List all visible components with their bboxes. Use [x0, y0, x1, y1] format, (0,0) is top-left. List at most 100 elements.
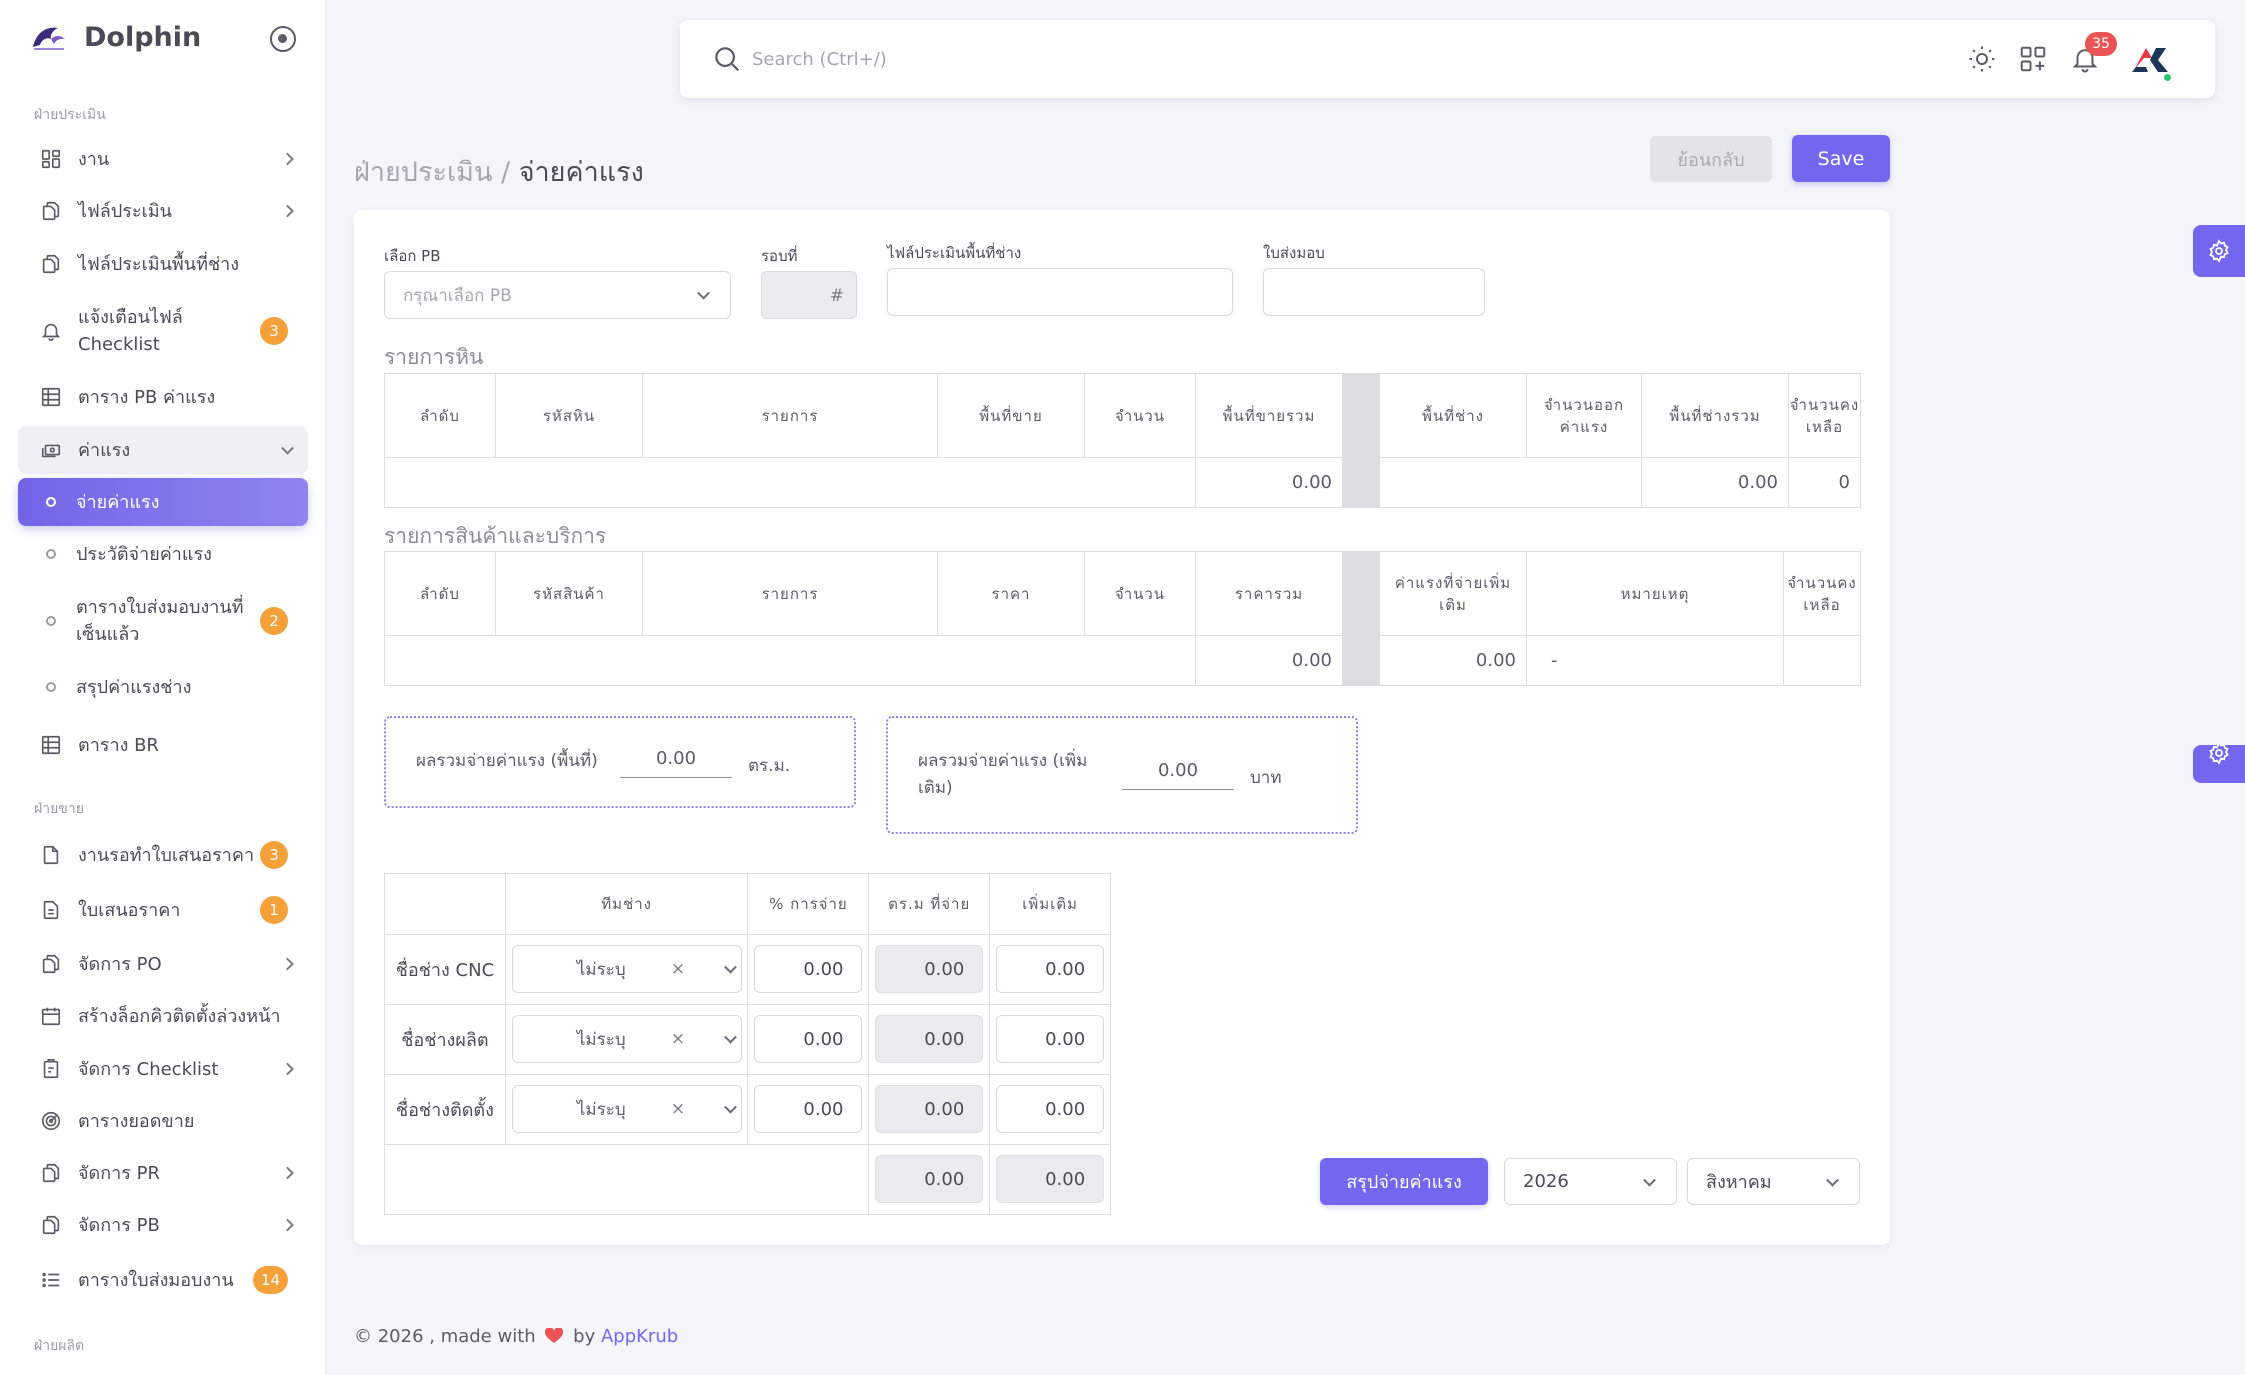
sidebar-item-label: สรุปค่าแรงช่าง	[76, 676, 192, 698]
team-select[interactable]: ไม่ระบุ ×	[511, 1085, 742, 1133]
sidebar-item-wage[interactable]: ค่าแรง	[18, 426, 308, 474]
year-select[interactable]: 2026	[1504, 1158, 1677, 1205]
extra-input[interactable]: 0.00	[996, 1015, 1105, 1063]
table-cell	[383, 1144, 870, 1215]
customizer-button-2[interactable]	[2193, 745, 2245, 783]
pb-select-placeholder: กรุณาเลือก PB	[403, 285, 512, 306]
chevron-down-icon	[723, 1100, 737, 1114]
column-header: ลำดับ	[384, 551, 496, 636]
save-button[interactable]: Save	[1792, 135, 1890, 182]
search-icon[interactable]	[712, 44, 742, 74]
sidebar-item-label-line1: แจ้งเตือนไฟล์	[78, 307, 183, 328]
pb-select[interactable]: กรุณาเลือก PB	[384, 271, 731, 319]
column-header: % การจ่าย	[747, 873, 870, 935]
sidebar-item-assessment-files[interactable]: ไฟล์ประเมิน	[18, 187, 308, 235]
year-select-value: 2026	[1523, 1171, 1569, 1192]
percent-input[interactable]: 0.00	[754, 1085, 863, 1133]
delivery-input[interactable]	[1263, 268, 1485, 316]
sidebar-item-label: จัดการ Checklist	[78, 1058, 219, 1080]
team-select[interactable]: ไม่ระบุ ×	[511, 945, 742, 993]
heart-icon	[545, 1328, 564, 1343]
table-cell	[384, 635, 1196, 686]
sidebar-toggle-icon[interactable]	[270, 26, 296, 52]
sidebar-item-pending-quotes[interactable]: งานรอทำใบเสนอราคา 3	[18, 831, 308, 879]
sidebar-item-pb-wage-table[interactable]: ตาราง PB ค่าแรง	[18, 373, 308, 421]
sidebar-item-manage-pr[interactable]: จัดการ PR	[18, 1149, 308, 1197]
sidebar-item-label: ไฟล์ประเมินพื้นที่ช่าง	[78, 253, 240, 275]
team-select-value: ไม่ระบุ	[576, 959, 626, 980]
sidebar-item-manage-pb[interactable]: จัดการ PB	[18, 1201, 308, 1249]
column-header: ทีมช่าง	[504, 873, 749, 935]
total-sqm: 0.00	[875, 1155, 984, 1203]
role-label: ชื่อช่าง CNC	[384, 934, 506, 1005]
extra-wage-unit: บาท	[1250, 768, 1282, 788]
customizer-button[interactable]	[2193, 225, 2245, 277]
sidebar-item-pay-wage[interactable]: จ่ายค่าแรง	[18, 478, 308, 526]
chevron-down-icon	[723, 960, 737, 974]
sidebar-item-manage-po[interactable]: จัดการ PO	[18, 940, 308, 988]
column-header: จำนวน	[1084, 551, 1196, 636]
table-cell: ไม่ระบุ ×	[504, 1004, 749, 1075]
count-badge: 1	[260, 896, 288, 924]
back-button[interactable]: ย้อนกลับ	[1650, 136, 1772, 182]
area-file-input[interactable]	[887, 268, 1233, 316]
team-select-value: ไม่ระบุ	[576, 1029, 626, 1050]
extra-input[interactable]: 0.00	[996, 1085, 1105, 1133]
gear-icon	[2209, 745, 2229, 765]
sidebar-item-sales-table[interactable]: ตารางยอดขาย	[18, 1097, 308, 1145]
sidebar-item-manage-checklist[interactable]: จัดการ Checklist	[18, 1045, 308, 1093]
sidebar-item-signed-delivery[interactable]: ตารางใบส่งมอบงานที่ เซ็นแล้ว 2	[18, 590, 308, 652]
sidebar-item-quotes[interactable]: ใบเสนอราคา 1	[18, 886, 308, 934]
team-select-value: ไม่ระบุ	[576, 1099, 626, 1120]
sidebar-item-label-line2: Checklist	[78, 334, 160, 355]
extra-wage-value: 0.00	[1122, 760, 1234, 790]
apps-add-icon[interactable]	[2018, 44, 2048, 74]
search-input[interactable]	[752, 40, 1252, 78]
sidebar-item-jobs[interactable]: งาน	[18, 135, 308, 183]
sidebar-item-wage-summary[interactable]: สรุปค่าแรงช่าง	[18, 663, 308, 711]
column-header: เพิ่มเติม	[989, 873, 1111, 935]
table-cell: 0.00	[868, 1144, 991, 1215]
file-text-icon	[40, 899, 62, 921]
sidebar-item-install-queue[interactable]: สร้างล็อกคิวติดตั้งล่วงหน้า	[18, 992, 308, 1040]
count-badge: 2	[260, 607, 288, 635]
circle-icon	[46, 616, 56, 626]
column-header: ราคา	[937, 551, 1085, 636]
month-select[interactable]: สิงหาคม	[1687, 1158, 1860, 1205]
area-wage-value: 0.00	[620, 748, 732, 778]
layout-icon	[40, 148, 62, 170]
extra-input[interactable]: 0.00	[996, 945, 1105, 993]
sun-icon[interactable]	[1967, 44, 1997, 74]
column-header: ลำดับ	[384, 373, 496, 458]
sidebar-item-checklist-alert[interactable]: แจ้งเตือนไฟล์ Checklist 3	[18, 300, 308, 362]
wage-summary-button[interactable]: สรุปจ่ายค่าแรง	[1320, 1158, 1488, 1205]
hash-icon: #	[829, 286, 844, 306]
percent-input[interactable]: 0.00	[754, 1015, 863, 1063]
app-name: Dolphin	[84, 22, 202, 53]
percent-input[interactable]: 0.00	[754, 945, 863, 993]
online-status-dot	[2162, 72, 2173, 83]
clear-icon[interactable]: ×	[671, 1029, 685, 1049]
sidebar-item-label-line2: เซ็นแล้ว	[76, 624, 140, 645]
files-icon	[40, 953, 62, 975]
notification-badge: 35	[2085, 32, 2117, 56]
footer-brand-link[interactable]: AppKrub	[601, 1326, 678, 1347]
sidebar-item-wage-history[interactable]: ประวัติจ่ายค่าแรง	[18, 530, 308, 578]
bell-icon	[40, 320, 62, 342]
goods-section-title: รายการสินค้าและบริการ	[384, 524, 607, 548]
table-cell: 0.00	[868, 1074, 991, 1145]
sidebar-item-label: ตาราง BR	[78, 734, 159, 756]
area-file-label: ไฟล์ประเมินพื้นที่ช่าง	[887, 244, 1022, 262]
column-header: พื้นที่ช่าง	[1379, 373, 1527, 458]
sidebar-item-label: งานรอทำใบเสนอราคา	[78, 844, 255, 866]
area-wage-summary: ผลรวมจ่ายค่าแรง (พื้นที่) 0.00 ตร.ม.	[384, 716, 856, 808]
sidebar-item-delivery-table[interactable]: ตารางใบส่งมอบงาน 14	[18, 1256, 308, 1304]
sidebar-item-area-files[interactable]: ไฟล์ประเมินพื้นที่ช่าง	[18, 240, 308, 288]
team-select[interactable]: ไม่ระบุ ×	[511, 1015, 742, 1063]
clear-icon[interactable]: ×	[671, 1099, 685, 1119]
sidebar-item-br-table[interactable]: ตาราง BR	[18, 721, 308, 769]
clear-icon[interactable]: ×	[671, 959, 685, 979]
brand[interactable]: Dolphin	[30, 22, 201, 53]
breadcrumb-parent[interactable]: ฝ่ายประเมิน /	[354, 157, 519, 188]
chevron-right-icon	[281, 1218, 294, 1232]
